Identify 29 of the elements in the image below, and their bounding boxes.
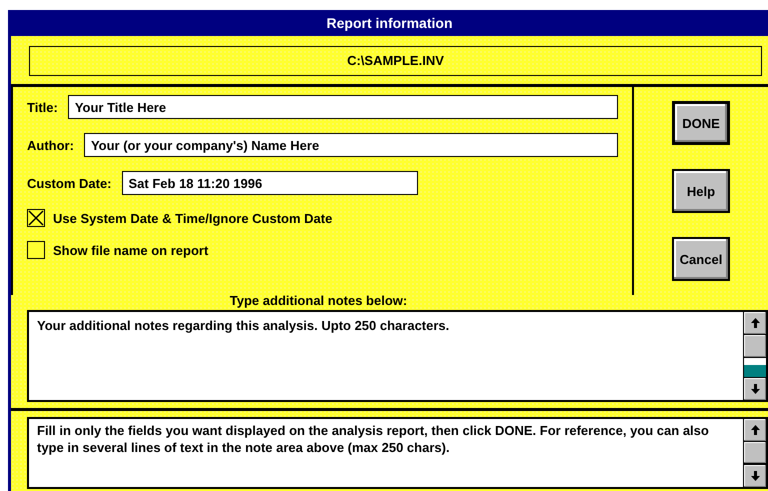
field-label: Custom Date: xyxy=(27,176,112,190)
notes-heading: Type additional notes below: xyxy=(228,293,408,308)
scroll-up-button[interactable] xyxy=(744,312,766,335)
dialog-button[interactable]: Help xyxy=(672,169,730,213)
scroll-down-button[interactable] xyxy=(744,377,766,400)
text-field[interactable]: Sat Feb 18 11:20 1996 xyxy=(122,171,418,195)
scroll-track-segment xyxy=(744,365,766,377)
scroll-thumb[interactable] xyxy=(744,335,766,358)
field-label: Title: xyxy=(27,100,58,114)
up-arrow-icon xyxy=(750,318,760,328)
scroll-down-button[interactable] xyxy=(744,464,766,488)
scrollbar[interactable] xyxy=(743,419,766,487)
checkbox-label: Show file name on report xyxy=(53,242,208,258)
scrollbar[interactable] xyxy=(743,312,766,400)
text-field[interactable]: Your Title Here xyxy=(68,95,618,119)
up-arrow-icon xyxy=(750,424,760,435)
checkbox[interactable] xyxy=(27,209,45,227)
text-field[interactable]: Your (or your company's) Name Here xyxy=(84,133,618,157)
scroll-up-button[interactable] xyxy=(744,419,766,442)
down-arrow-icon xyxy=(750,384,760,394)
checkbox-label: Use System Date & Time/Ignore Custom Date xyxy=(53,210,332,226)
dialog-button[interactable]: Cancel xyxy=(672,237,730,281)
checkbox[interactable] xyxy=(27,241,45,259)
window-title: Report information xyxy=(11,10,768,36)
down-arrow-icon xyxy=(750,471,760,482)
field-label: Author: xyxy=(27,138,74,152)
dialog-button[interactable]: DONE xyxy=(672,101,730,145)
file-name-box: C:\SAMPLE.INV xyxy=(29,46,762,76)
scroll-thumb[interactable] xyxy=(744,442,766,464)
